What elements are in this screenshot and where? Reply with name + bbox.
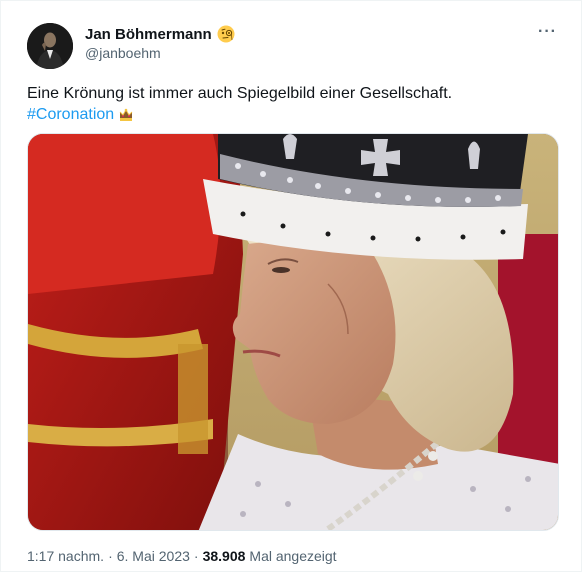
tweet-photo[interactable] [27,133,559,531]
tweet-date[interactable]: 6. Mai 2023 [117,548,190,564]
hashtag-row: #Coronation [27,104,557,125]
face-with-monocle-icon [217,25,235,43]
coronation-photo [28,134,558,530]
meta-separator: · [193,548,199,564]
views-count: 38.908 [202,548,246,564]
tweet-time[interactable]: 1:17 nachm. [27,548,104,564]
author-name[interactable]: Jan Böhmermann [85,26,212,43]
meta-separator: · [108,548,113,564]
avatar[interactable] [27,23,73,69]
views-label: Mal angezeigt [249,548,337,564]
tweet-body: Eine Krönung ist immer auch Spiegelbild … [27,85,453,102]
author-name-row: Jan Böhmermann [85,25,235,43]
tweet-card: Jan Böhmermann @janboehm ··· Eine Krönun… [0,0,582,572]
hashtag-link[interactable]: #Coronation [27,104,114,125]
crown-icon [119,108,133,121]
author-handle[interactable]: @janboehm [85,45,161,61]
avatar-image [27,23,73,69]
more-options-icon[interactable]: ··· [538,23,557,41]
tweet-meta: 1:17 nachm. · 6. Mai 2023 · 38.908 Mal a… [27,548,337,564]
tweet-text: Eine Krönung ist immer auch Spiegelbild … [27,83,557,125]
